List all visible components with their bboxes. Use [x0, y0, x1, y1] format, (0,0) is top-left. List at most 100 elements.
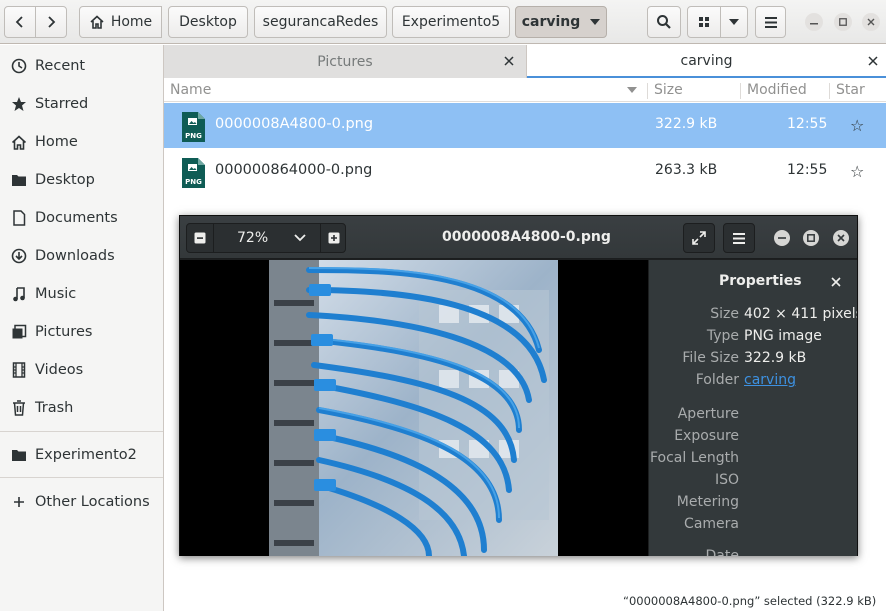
column-header-modified[interactable]: Modified — [741, 79, 829, 102]
viewer-title: 0000008A4800-0.png — [442, 229, 611, 245]
breadcrumb-desktop[interactable]: Desktop — [168, 6, 248, 38]
hamburger-menu-icon — [733, 232, 745, 244]
column-header-name[interactable]: Name — [164, 79, 644, 102]
tab-carving[interactable]: carving — [527, 45, 886, 78]
sidebar-item-label: Music — [35, 286, 77, 302]
star-toggle-icon[interactable]: ☆ — [850, 116, 864, 135]
close-icon — [831, 277, 841, 287]
home-icon — [90, 15, 104, 29]
film-icon — [10, 361, 28, 379]
sidebar-item-documents[interactable]: Documents — [0, 199, 163, 237]
search-icon — [657, 15, 671, 29]
header-bar: Home Desktop segurancaRedes Experimento5… — [0, 0, 886, 44]
back-button[interactable] — [4, 6, 36, 38]
metadata-row: Aperture — [649, 406, 857, 428]
tab-pictures[interactable]: Pictures — [164, 45, 527, 78]
column-label: Size — [654, 82, 683, 98]
metadata-row: Focal Length — [649, 450, 857, 472]
fullscreen-button[interactable] — [683, 223, 715, 253]
property-row: Size 402 × 411 pixels — [649, 306, 857, 328]
close-icon — [867, 18, 875, 26]
tab-label: Pictures — [317, 53, 373, 70]
file-row[interactable]: PNG 0000008A4800-0.png 322.9 kB 12:55 ☆ — [164, 103, 886, 148]
breadcrumb-label: Home — [110, 14, 153, 30]
plus-icon — [10, 493, 28, 511]
column-header-row: Name Size Modified Star — [164, 79, 886, 102]
viewer-maximize-button[interactable] — [803, 230, 819, 246]
folder-link[interactable]: carving — [744, 372, 796, 388]
property-key: Exposure — [674, 428, 739, 444]
close-window-button[interactable] — [862, 13, 880, 31]
tab-carving-close-button[interactable] — [866, 54, 880, 68]
network-cables-photo — [269, 260, 558, 556]
property-value: PNG image — [744, 328, 822, 344]
viewer-minimize-button[interactable] — [774, 230, 790, 246]
image-canvas[interactable] — [180, 260, 648, 556]
property-key: Folder — [695, 372, 739, 388]
sidebar-item-starred[interactable]: Starred — [0, 85, 163, 123]
grid-view-icon — [699, 17, 709, 27]
property-key: Aperture — [677, 406, 739, 422]
minimize-window-button[interactable] — [805, 13, 823, 31]
column-label: Modified — [747, 82, 807, 98]
file-row[interactable]: PNG 000000864000-0.png 263.3 kB 12:55 ☆ — [164, 149, 886, 194]
zoom-in-button[interactable] — [320, 224, 347, 252]
sidebar-item-label: Starred — [35, 96, 89, 112]
sidebar-item-desktop[interactable]: Desktop — [0, 161, 163, 199]
close-icon — [837, 234, 845, 242]
sidebar-item-label: Other Locations — [35, 494, 150, 510]
sidebar-item-home[interactable]: Home — [0, 123, 163, 161]
document-icon — [10, 209, 28, 227]
view-mode-button[interactable] — [687, 6, 721, 38]
metadata-row: Camera — [649, 516, 857, 538]
chevron-down-icon — [294, 234, 306, 242]
column-header-size[interactable]: Size — [648, 79, 740, 102]
sidebar-item-label: Experimento2 — [35, 447, 137, 463]
fullscreen-icon — [692, 231, 706, 245]
metadata-row: Metering — [649, 494, 857, 516]
sidebar-item-label: Home — [35, 134, 78, 150]
caret-down-icon — [729, 19, 739, 25]
breadcrumb-segurancaredes[interactable]: segurancaRedes — [254, 6, 387, 38]
column-header-star[interactable]: Star — [830, 79, 886, 102]
breadcrumb-home[interactable]: Home — [79, 6, 162, 38]
zoom-out-button[interactable] — [187, 224, 214, 252]
sidebar-item-trash[interactable]: Trash — [0, 389, 163, 427]
sidebar-item-videos[interactable]: Videos — [0, 351, 163, 389]
download-icon — [10, 247, 28, 265]
maximize-window-button[interactable] — [834, 13, 852, 31]
property-key: Camera — [684, 516, 739, 532]
sidebar-item-experimento2[interactable]: Experimento2 — [0, 436, 163, 474]
viewer-close-button[interactable] — [833, 230, 849, 246]
zoom-level[interactable]: 72% — [237, 230, 268, 246]
file-modified: 12:55 — [787, 162, 828, 178]
sidebar-item-pictures[interactable]: Pictures — [0, 313, 163, 351]
file-size: 322.9 kB — [655, 116, 718, 132]
tab-pictures-close-button[interactable] — [502, 54, 516, 68]
file-name: 000000864000-0.png — [215, 162, 373, 178]
breadcrumb-label: Desktop — [179, 14, 237, 30]
folder-icon — [10, 446, 28, 464]
svg-text:PNG: PNG — [185, 178, 202, 186]
view-options-button[interactable] — [720, 6, 748, 38]
forward-button[interactable] — [35, 6, 67, 38]
sidebar-item-other-locations[interactable]: Other Locations — [0, 483, 163, 521]
maximize-icon — [839, 18, 847, 26]
plus-icon — [328, 232, 340, 244]
search-button[interactable] — [647, 6, 681, 38]
main-menu-button[interactable] — [755, 6, 786, 38]
property-row: File Size 322.9 kB — [649, 350, 857, 372]
sidebar-item-recent[interactable]: Recent — [0, 47, 163, 85]
properties-panel: Properties Size 402 × 411 pixels Type PN… — [648, 260, 857, 556]
zoom-dropdown-button[interactable] — [293, 229, 307, 251]
zoom-control: 72% — [186, 223, 346, 253]
breadcrumb-experimento5[interactable]: Experimento5 — [392, 6, 510, 38]
properties-close-button[interactable] — [831, 273, 841, 291]
tab-label: carving — [680, 52, 733, 69]
property-key: Date — [705, 548, 739, 556]
sidebar-item-music[interactable]: Music — [0, 275, 163, 313]
viewer-menu-button[interactable] — [723, 223, 755, 253]
breadcrumb-carving[interactable]: carving — [515, 6, 607, 38]
star-toggle-icon[interactable]: ☆ — [850, 162, 864, 181]
sidebar-item-downloads[interactable]: Downloads — [0, 237, 163, 275]
